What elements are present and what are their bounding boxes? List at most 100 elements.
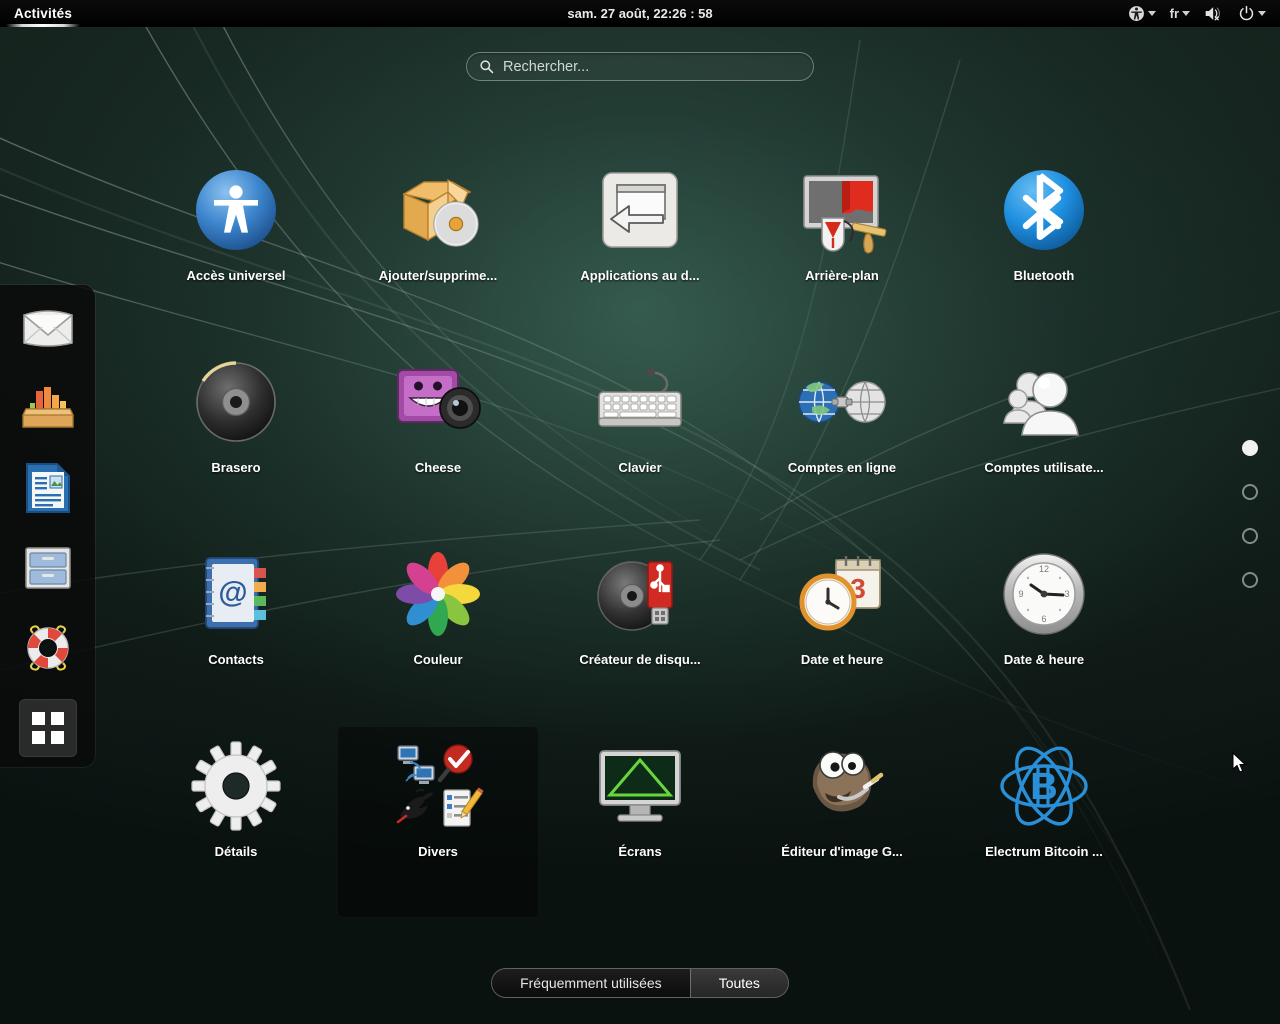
- svg-text:6: 6: [1041, 614, 1046, 624]
- app-label: Détails: [214, 844, 258, 859]
- help-lifebuoy-icon: [26, 625, 69, 671]
- app-contacts[interactable]: @ Contacts: [135, 534, 337, 726]
- accessibility-menu-button[interactable]: [1122, 0, 1162, 27]
- user-accounts-icon: [996, 354, 1092, 450]
- app-label: Clavier: [618, 460, 662, 475]
- color-flower-icon: [390, 546, 486, 642]
- displays-monitor-icon: [592, 738, 688, 834]
- dock-item-libreoffice-writer[interactable]: [19, 459, 77, 517]
- svg-text:12: 12: [1039, 564, 1049, 574]
- svg-text:B: B: [1030, 766, 1057, 808]
- tab-all[interactable]: Toutes: [689, 969, 788, 997]
- software-center-icon: [21, 387, 74, 428]
- tab-frequent[interactable]: Fréquemment utilisées: [492, 969, 690, 997]
- app-label: Applications au d...: [580, 268, 700, 283]
- app-label: Electrum Bitcoin ...: [985, 844, 1103, 859]
- app-folder-divers[interactable]: Divers: [337, 726, 539, 918]
- universal-access-icon: [188, 162, 284, 258]
- dock-item-software[interactable]: [19, 379, 77, 437]
- dash-dock: [0, 285, 95, 767]
- files-nautilus-icon: [24, 547, 71, 589]
- page-dot-4[interactable]: [1242, 572, 1258, 588]
- app-cheese[interactable]: Cheese: [337, 342, 539, 534]
- svg-text:@: @: [218, 576, 247, 609]
- page-dot-2[interactable]: [1242, 484, 1258, 500]
- cheese-webcam-icon: [390, 354, 486, 450]
- app-bluetooth[interactable]: Bluetooth: [943, 150, 1145, 342]
- page-dot-1[interactable]: [1242, 440, 1258, 456]
- dock-item-evolution[interactable]: [19, 299, 77, 357]
- clock-area: sam. 27 août, 22:26 : 58: [0, 0, 1280, 27]
- search-placeholder: Rechercher...: [503, 58, 590, 75]
- libreoffice-writer-icon: [25, 463, 70, 513]
- show-applications-button[interactable]: [18, 699, 77, 757]
- volume-menu-button[interactable]: [1198, 0, 1230, 27]
- chevron-down-icon: [1258, 10, 1266, 16]
- usb-disk-creator-icon: [592, 546, 688, 642]
- app-label: Arrière-plan: [805, 268, 879, 283]
- details-gear-icon: [188, 738, 284, 834]
- app-label: Accès universel: [186, 268, 286, 283]
- analog-clock-icon: 12 3 6 9: [996, 546, 1092, 642]
- activities-label: Activités: [14, 5, 73, 21]
- keyboard-layout-menu-button[interactable]: fr: [1164, 0, 1196, 27]
- search-icon: [480, 60, 494, 74]
- accessibility-icon: [1128, 5, 1144, 21]
- clock-label[interactable]: sam. 27 août, 22:26 : 58: [567, 6, 712, 21]
- svg-text:9: 9: [1018, 589, 1023, 599]
- power-menu-button[interactable]: [1232, 0, 1272, 27]
- application-grid: Accès universel Ajouter/supprime... Appl…: [135, 150, 1145, 918]
- app-brasero[interactable]: Brasero: [135, 342, 337, 534]
- view-switcher-box: Fréquemment utilisées Toutes: [491, 968, 789, 998]
- app-clavier[interactable]: Clavier: [539, 342, 741, 534]
- app-details[interactable]: Détails: [135, 726, 337, 918]
- app-label: Contacts: [208, 652, 264, 667]
- contacts-address-book-icon: @: [188, 546, 284, 642]
- bluetooth-icon: [996, 162, 1092, 258]
- keyboard-layout-label: fr: [1169, 5, 1179, 21]
- app-arriere-plan[interactable]: Arrière-plan: [741, 150, 943, 342]
- add-remove-software-icon: [390, 162, 486, 258]
- app-ajouter-supprimer[interactable]: Ajouter/supprime...: [337, 150, 539, 342]
- app-date-heure-clock[interactable]: 12 3 6 9 Date & heure: [943, 534, 1145, 726]
- search-area: Rechercher...: [0, 52, 1280, 81]
- app-comptes-utilisateurs[interactable]: Comptes utilisate...: [943, 342, 1145, 534]
- svg-text:3: 3: [1064, 589, 1069, 599]
- gimp-icon: [794, 738, 890, 834]
- power-icon: [1239, 5, 1254, 20]
- app-label: Date & heure: [1003, 652, 1085, 667]
- app-label: Date et heure: [800, 652, 884, 667]
- app-label: Comptes en ligne: [787, 460, 897, 475]
- app-label: Bluetooth: [1013, 268, 1075, 283]
- folder-misc-icon: [390, 738, 486, 834]
- search-entry[interactable]: Rechercher...: [466, 52, 814, 81]
- top-bar: Activités sam. 27 août, 22:26 : 58 fr: [0, 0, 1280, 27]
- dock-item-files[interactable]: [19, 539, 77, 597]
- chevron-down-icon: [1147, 10, 1156, 16]
- app-label: Ajouter/supprime...: [378, 268, 498, 283]
- app-applications-demarrage[interactable]: Applications au d...: [539, 150, 741, 342]
- app-date-et-heure[interactable]: 3 Date et heure: [741, 534, 943, 726]
- date-time-calendar-icon: 3: [794, 546, 890, 642]
- app-ecrans[interactable]: Écrans: [539, 726, 741, 918]
- app-createur-de-disque[interactable]: Créateur de disqu...: [539, 534, 741, 726]
- app-gimp[interactable]: Éditeur d'image G...: [741, 726, 943, 918]
- app-couleur[interactable]: Couleur: [337, 534, 539, 726]
- app-label: Cheese: [414, 460, 462, 475]
- app-label: Créateur de disqu...: [579, 652, 701, 667]
- online-accounts-icon: [794, 354, 890, 450]
- dock-item-help[interactable]: [19, 619, 77, 677]
- app-label: Comptes utilisate...: [984, 460, 1104, 475]
- app-comptes-en-ligne[interactable]: Comptes en ligne: [741, 342, 943, 534]
- background-wallpaper-icon: [794, 162, 890, 258]
- page-indicator: [1242, 440, 1258, 588]
- view-switcher: Fréquemment utilisées Toutes: [0, 968, 1280, 998]
- system-status-tray: fr: [1122, 0, 1280, 27]
- activities-button[interactable]: Activités: [0, 0, 86, 27]
- app-label: Éditeur d'image G...: [781, 844, 903, 859]
- app-acces-universel[interactable]: Accès universel: [135, 150, 337, 342]
- volume-muted-icon: [1205, 6, 1220, 21]
- app-electrum[interactable]: B Electrum Bitcoin ...: [943, 726, 1145, 918]
- app-label: Divers: [418, 844, 458, 859]
- page-dot-3[interactable]: [1242, 528, 1258, 544]
